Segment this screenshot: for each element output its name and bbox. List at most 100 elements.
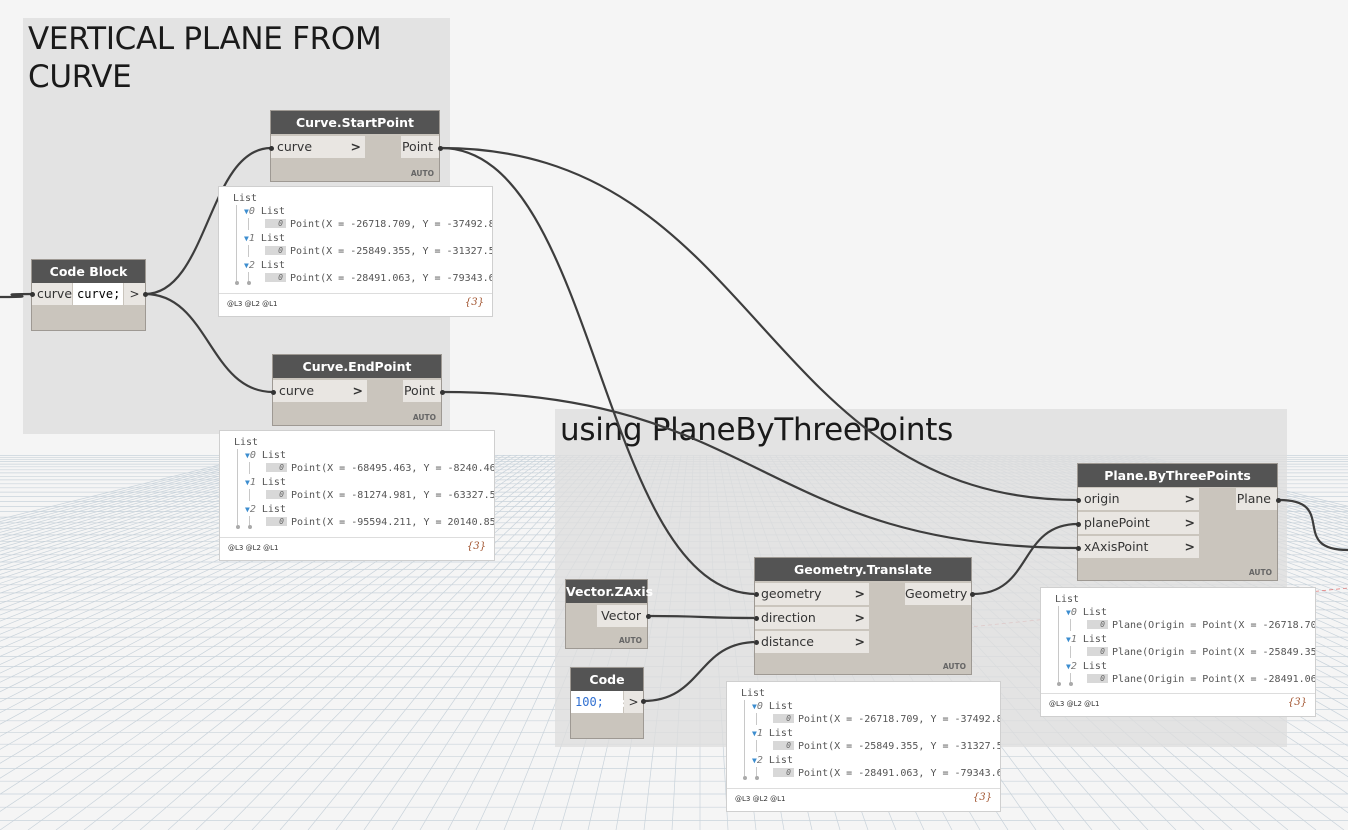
code-block-100-node[interactable]: Code Block 100; > [571, 668, 643, 738]
input-port-planepoint[interactable]: planePoint > [1078, 512, 1199, 534]
list-item[interactable]: ▼1 List [1066, 634, 1107, 646]
list-item[interactable]: ▼2 List [752, 755, 793, 767]
list-value-row[interactable]: 0 Plane(Origin = Point(X = -26718.70 [1087, 620, 1316, 632]
group-title[interactable]: VERTICAL PLANE FROM CURVE [28, 20, 382, 96]
curve-endpoint-node[interactable]: Curve.EndPoint curve > Point AUTO [273, 355, 441, 425]
node-title[interactable]: Curve.EndPoint [273, 355, 441, 378]
input-port-origin[interactable]: origin > [1078, 488, 1199, 510]
list-value-row[interactable]: 0 Point(X = -26718.709, Y = -37492.8 [773, 714, 1000, 726]
list-value-row[interactable]: 0 Point(X = -26718.709, Y = -37492.8 [265, 219, 492, 231]
list-value-row[interactable]: 0 Plane(Origin = Point(X = -28491.06 [1087, 674, 1315, 686]
output-port-plane[interactable]: Plane [1236, 488, 1277, 510]
output-port-point[interactable]: Point [403, 380, 441, 402]
code-editor[interactable]: curve; [73, 283, 123, 305]
port-dot[interactable] [1275, 497, 1281, 503]
plane-by-three-points-node[interactable]: Plane.ByThreePoints origin > planePoint … [1078, 464, 1277, 580]
list-value-row[interactable]: 0 Point(X = -28491.063, Y = -79343.6 [265, 273, 492, 285]
list-item[interactable]: ▼0 List [245, 450, 286, 462]
input-port-geometry[interactable]: geometry > [755, 583, 869, 605]
list-item[interactable]: ▼0 List [1066, 607, 1107, 619]
node-title[interactable]: Code Block [571, 668, 643, 710]
port-dot[interactable] [753, 639, 759, 645]
lacing-label[interactable]: AUTO [413, 413, 436, 422]
input-port-curve[interactable]: curve > [271, 136, 365, 158]
node-title[interactable]: Geometry.Translate [755, 558, 971, 581]
port-dot[interactable] [1075, 521, 1081, 527]
lacing-label[interactable]: AUTO [411, 169, 434, 178]
output-port[interactable]: > [124, 283, 145, 305]
port-dot[interactable] [645, 613, 651, 619]
workspace-canvas[interactable]: VERTICAL PLANE FROM CURVE using PlaneByT… [0, 0, 1348, 830]
port-label: Plane [1236, 491, 1271, 506]
input-port-xaxispoint[interactable]: xAxisPoint > [1078, 536, 1199, 558]
port-dot[interactable] [969, 591, 975, 597]
code-block-curve-node[interactable]: Code Block curve curve; > [32, 260, 145, 330]
value-index-badge: 0 [1087, 620, 1108, 629]
port-dot[interactable] [437, 145, 443, 151]
list-item[interactable]: ▼1 List [245, 477, 286, 489]
output-port-vector[interactable]: Vector [597, 605, 647, 627]
lacing-label[interactable]: AUTO [943, 662, 966, 671]
chevron-right-icon: > [1184, 515, 1195, 530]
port-dot[interactable] [270, 389, 276, 395]
geometry-translate-node[interactable]: Geometry.Translate geometry > direction … [755, 558, 971, 674]
list-item[interactable]: ▼2 List [1066, 661, 1107, 673]
list-value-row[interactable]: 0 Point(X = -68495.463, Y = -8240.46 [266, 463, 494, 475]
list-levels[interactable]: @L3 @L2 @L1 [227, 300, 278, 308]
list-value-row[interactable]: 0 Point(X = -25849.355, Y = -31327.5 [773, 741, 1000, 753]
port-dot[interactable] [753, 615, 759, 621]
preview-bubble-endpoint[interactable]: List ▼0 List 0 Point(X = -68495.463, Y = … [219, 430, 495, 561]
list-item[interactable]: ▼0 List [244, 206, 285, 218]
list-levels[interactable]: @L3 @L2 @L1 [1049, 700, 1100, 708]
input-port-direction[interactable]: direction > [755, 607, 869, 629]
list-item[interactable]: ▼2 List [245, 504, 286, 516]
tree-node-bullet [1069, 682, 1073, 686]
port-dot[interactable] [142, 291, 148, 297]
input-port-distance[interactable]: distance > [755, 631, 869, 653]
preview-bubble-plane[interactable]: List ▼0 List 0 Plane(Origin = Point(X = -… [1040, 587, 1316, 717]
lacing-label[interactable]: AUTO [619, 636, 642, 645]
list-index: 2 [756, 755, 763, 766]
curve-startpoint-node[interactable]: Curve.StartPoint curve > Point AUTO [271, 111, 439, 181]
node-title[interactable]: Code Block [32, 260, 145, 283]
list-levels[interactable]: @L3 @L2 @L1 [228, 544, 279, 552]
preview-bubble-startpoint[interactable]: List ▼0 List 0 Point(X = -26718.709, Y = … [218, 186, 493, 317]
input-port-curve[interactable]: curve > [273, 380, 367, 402]
list-value-row[interactable]: 0 Point(X = -28491.063, Y = -79343.6 [773, 768, 1001, 780]
port-dot[interactable] [268, 145, 274, 151]
vector-zaxis-node[interactable]: Vector.ZAxis Vector AUTO [566, 580, 653, 648]
tree-line [236, 205, 237, 281]
value-index-badge: 0 [1087, 647, 1108, 656]
port-dot[interactable] [439, 389, 445, 395]
output-port-geometry[interactable]: Geometry [905, 583, 971, 605]
port-dot[interactable] [1075, 497, 1081, 503]
list-value-row[interactable]: 0 Point(X = -95594.211, Y = 20140.85 [266, 517, 495, 529]
list-item[interactable]: ▼1 List [752, 728, 793, 740]
port-dot[interactable] [1075, 545, 1081, 551]
port-label: curve [279, 383, 315, 398]
code-editor[interactable]: 100; [571, 691, 623, 713]
port-dot[interactable] [753, 591, 759, 597]
list-index: 0 [1070, 607, 1077, 618]
lacing-label[interactable]: AUTO [1249, 568, 1272, 577]
node-title[interactable]: Curve.StartPoint [271, 111, 439, 134]
list-levels[interactable]: @L3 @L2 @L1 [735, 795, 786, 803]
value-text: Plane(Origin = Point(X = -26718.70 [1112, 620, 1316, 631]
list-item[interactable]: ▼0 List [752, 701, 793, 713]
input-port-curve[interactable]: curve [32, 283, 72, 305]
list-item[interactable]: ▼1 List [244, 233, 285, 245]
value-text: Point(X = -95594.211, Y = 20140.85 [291, 517, 495, 528]
code-text: 100; [575, 695, 604, 709]
list-value-row[interactable]: 0 Plane(Origin = Point(X = -25849.35 [1087, 647, 1315, 659]
output-port-point[interactable]: Point [401, 136, 439, 158]
node-title[interactable]: Plane.ByThreePoints [1078, 464, 1277, 487]
preview-bubble-translate[interactable]: List ▼0 List 0 Point(X = -26718.709, Y = … [726, 681, 1001, 812]
node-title[interactable]: Vector.ZAxis [566, 580, 653, 603]
port-dot[interactable] [640, 698, 646, 704]
port-dot[interactable] [29, 291, 35, 297]
chevron-right-icon: > [1184, 491, 1195, 506]
value-text: Point(X = -28491.063, Y = -79343.6 [798, 768, 1001, 779]
list-value-row[interactable]: 0 Point(X = -25849.355, Y = -31327.5 [265, 246, 492, 258]
list-item[interactable]: ▼2 List [244, 260, 285, 272]
list-value-row[interactable]: 0 Point(X = -81274.981, Y = -63327.5 [266, 490, 494, 502]
